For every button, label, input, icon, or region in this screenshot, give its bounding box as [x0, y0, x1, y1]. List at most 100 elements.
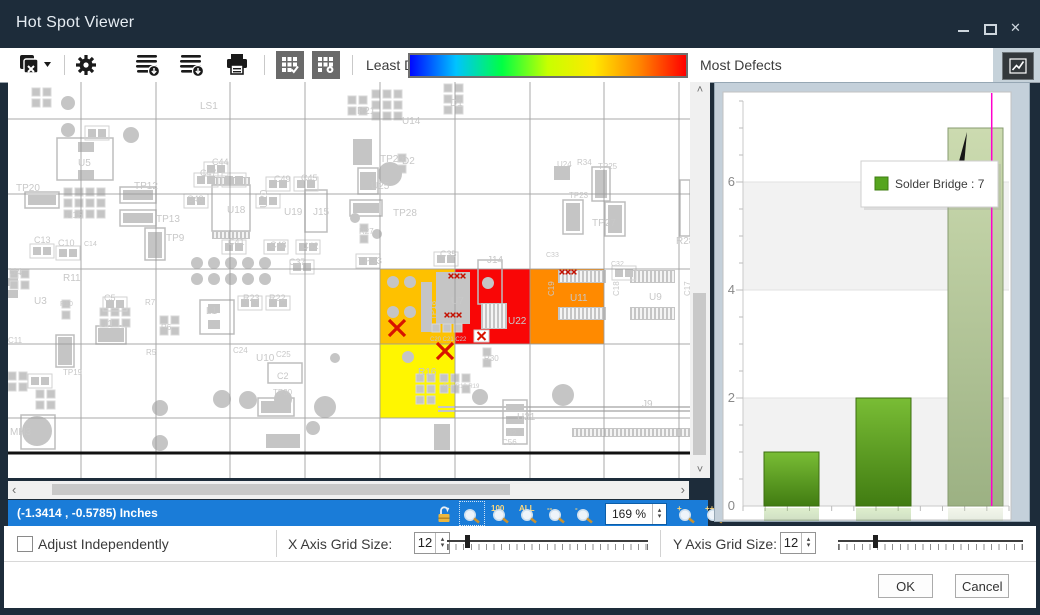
titlebar[interactable]: Hot Spot Viewer ✕	[0, 0, 1040, 48]
close-button[interactable]: ✕	[1010, 22, 1026, 34]
svg-text:MH3: MH3	[10, 427, 32, 438]
scroll-left-icon[interactable]: ‹	[12, 482, 16, 497]
vertical-scroll-thumb[interactable]	[693, 293, 706, 455]
grid-apply-button[interactable]	[276, 51, 304, 79]
spinner-arrows-icon[interactable]: ▴▾	[801, 533, 815, 553]
slider-track	[447, 540, 648, 542]
scroll-down-icon[interactable]: ˅	[690, 464, 710, 476]
svg-text:U10: U10	[256, 353, 275, 364]
line-chart-icon	[1009, 58, 1027, 74]
svg-text:-: -	[575, 504, 578, 513]
horizontal-scroll-thumb[interactable]	[52, 484, 510, 495]
zoom-100-button[interactable]: 100	[489, 502, 513, 525]
svg-text:U5: U5	[78, 158, 91, 169]
y-axis-grid-size-spinner[interactable]: 12 ▴▾	[780, 532, 816, 554]
svg-text:C33: C33	[546, 252, 559, 259]
svg-text:U9: U9	[649, 292, 662, 303]
export-list-icon	[178, 52, 206, 78]
x-axis-grid-size-slider[interactable]	[447, 534, 648, 554]
svg-text:D2: D2	[402, 156, 415, 167]
defect-bar-chart[interactable]: 0246Solder Bridge : 7	[715, 83, 1029, 521]
svg-text:TP30: TP30	[273, 388, 293, 397]
x-slider-thumb[interactable]	[465, 535, 470, 548]
pcb-canvas[interactable]: LS1R21U14D1TP24D2U25TP28R27TP33C35J14U24…	[8, 82, 690, 478]
y-axis-grid-size-slider[interactable]	[838, 534, 1023, 554]
svg-text:J2: J2	[508, 429, 517, 438]
grid-check-icon	[281, 56, 299, 74]
zoom-region-button[interactable]	[459, 501, 485, 526]
svg-text:U11: U11	[570, 293, 588, 304]
legend-swatch	[875, 177, 888, 190]
svg-text:C42: C42	[302, 241, 319, 251]
svg-text:C17: C17	[683, 281, 690, 296]
svg-text:U24: U24	[557, 160, 572, 169]
svg-text:TP20: TP20	[16, 183, 40, 194]
svg-text:C48: C48	[270, 240, 287, 250]
zoom-percent-value: 169 %	[606, 504, 652, 524]
bar-cell-2	[856, 398, 911, 506]
svg-text:J9: J9	[642, 399, 653, 410]
y-axis-grid-size-value: 12	[781, 533, 801, 553]
controls-separator	[276, 530, 277, 557]
chart-tooltip: Solder Bridge : 7	[861, 161, 1001, 210]
svg-text:C5: C5	[104, 293, 116, 303]
zoom-in-button[interactable]: +	[675, 502, 699, 525]
spinner-arrows-icon[interactable]: ▴▾	[652, 504, 666, 524]
svg-text:C2: C2	[277, 371, 289, 381]
tooltip-label: Solder Bridge : 7	[895, 177, 985, 191]
svg-text:U1: U1	[100, 319, 113, 330]
svg-text:R6: R6	[161, 323, 172, 332]
defect-color-gradient	[408, 53, 688, 78]
svg-text:LS1: LS1	[200, 101, 218, 112]
svg-text:C41: C41	[228, 237, 245, 247]
zoom-percent-spinner[interactable]: 169 %▴▾	[605, 503, 667, 525]
export-data-button-2[interactable]	[178, 51, 206, 79]
print-button[interactable]	[224, 51, 250, 79]
svg-text:U14: U14	[402, 116, 421, 127]
x-axis-grid-size-spinner[interactable]: 12 ▴▾	[414, 532, 450, 554]
svg-text:D1: D1	[450, 98, 463, 109]
pcb-hotspot-view[interactable]: LS1R21U14D1TP24D2U25TP28R27TP33C35J14U24…	[8, 82, 690, 478]
toggle-chart-button[interactable]	[1002, 52, 1034, 80]
horizontal-scrollbar[interactable]: ‹ ›	[8, 481, 689, 499]
settings-button[interactable]	[74, 51, 98, 79]
grid-size-controls: Adjust Independently X Axis Grid Size: 1…	[4, 526, 1036, 561]
svg-text:TP13: TP13	[156, 214, 180, 225]
cursor-coordinates: (-1.3414 , -0.5785) Inches	[17, 506, 158, 520]
svg-text:R30: R30	[484, 354, 499, 363]
export-data-button-1[interactable]	[134, 51, 162, 79]
svg-text:U3: U3	[34, 296, 47, 307]
svg-text:U18: U18	[227, 205, 246, 216]
minimize-icon	[958, 30, 969, 32]
toolbar-separator	[352, 55, 353, 75]
svg-text:U7: U7	[451, 296, 464, 307]
svg-text:U4: U4	[9, 267, 22, 278]
zoom-out-button[interactable]: -	[573, 502, 597, 525]
scroll-up-icon[interactable]: ˄	[690, 84, 710, 96]
svg-text:C44: C44	[212, 157, 229, 167]
adjust-independently-checkbox[interactable]	[17, 536, 33, 552]
svg-text:U20: U20	[259, 189, 270, 208]
svg-text:TP28: TP28	[393, 208, 417, 219]
copy-defects-button[interactable]	[18, 51, 52, 79]
svg-text:TP23: TP23	[569, 191, 589, 200]
printer-icon	[224, 52, 250, 78]
scroll-right-icon[interactable]: ›	[681, 482, 685, 497]
maximize-button[interactable]	[984, 22, 1000, 34]
zoom-all-button[interactable]: ALL	[517, 502, 541, 525]
cancel-button[interactable]: Cancel	[955, 574, 1009, 598]
svg-text:R17 R18 R19: R17 R18 R19	[443, 384, 480, 390]
svg-text:R10: R10	[60, 301, 73, 308]
svg-text:TP9: TP9	[166, 233, 185, 244]
grid-settings-button[interactable]	[312, 51, 340, 79]
y-slider-thumb[interactable]	[873, 535, 878, 548]
svg-text:R11: R11	[63, 273, 81, 284]
vertical-scrollbar[interactable]: ˄ ˅	[690, 82, 710, 478]
zoom-lock-icon[interactable]	[435, 503, 455, 525]
svg-text:TP12: TP12	[134, 181, 158, 192]
zoom-out-fast-button[interactable]: --	[545, 502, 569, 525]
ok-button[interactable]: OK	[878, 574, 933, 598]
x-axis-grid-size-value: 12	[415, 533, 435, 553]
svg-text:C24: C24	[233, 346, 248, 355]
minimize-button[interactable]	[958, 22, 974, 34]
